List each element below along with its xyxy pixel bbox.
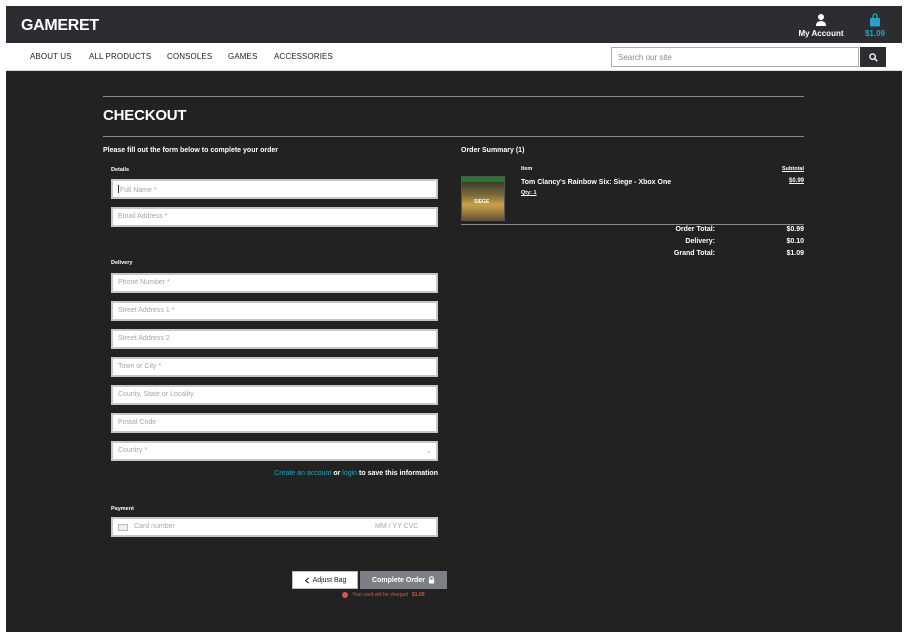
nav-accessories[interactable]: ACCESSORIES [274, 52, 333, 61]
chevron-down-icon: ⌄ [426, 448, 432, 455]
country-placeholder: Country * [118, 447, 148, 454]
product-thumbnail[interactable]: SIEGE [461, 176, 505, 221]
phone-placeholder: Phone Number * [118, 279, 170, 286]
charge-notice-text: Your card will be charged [352, 592, 408, 598]
my-account-link[interactable]: My Account [796, 13, 846, 38]
bag-total: $1.09 [864, 29, 886, 38]
payment-label: Payment [111, 506, 134, 512]
product-cover-text: SIEGE [474, 199, 490, 205]
card-number-placeholder: Card number [134, 523, 175, 530]
card-number-field[interactable]: Card number MM / YY CVC [111, 517, 438, 537]
warning-icon [342, 592, 348, 598]
chevron-left-icon [304, 576, 309, 584]
postal-code-field[interactable]: Postal Code [111, 413, 438, 433]
county-placeholder: County, State or Locality [118, 391, 194, 398]
email-field[interactable]: Email Address * [111, 207, 438, 227]
street1-placeholder: Street Address 1 * [118, 307, 175, 314]
create-account-link[interactable]: Create an account [274, 470, 331, 477]
order-summary-title: Order Summary (1) [461, 147, 525, 154]
page-frame: GAMERET My Account $1.09 ABOUT US ALL PR… [6, 6, 902, 632]
save-info-suffix: to save this information [359, 470, 438, 477]
divider-top [103, 96, 804, 97]
order-total-value: $0.99 [786, 226, 804, 233]
nav-all-products[interactable]: ALL PRODUCTS [89, 52, 151, 61]
nav-about-us[interactable]: ABOUT US [30, 52, 72, 61]
complete-order-label: Complete Order [372, 576, 425, 584]
login-link[interactable]: login [342, 470, 357, 477]
site-logo[interactable]: GAMERET [21, 17, 99, 35]
town-field[interactable]: Town or City * [111, 357, 438, 377]
complete-order-button[interactable]: Complete Order [360, 571, 447, 589]
grand-total-value: $1.09 [786, 250, 804, 257]
street-address-1-field[interactable]: Street Address 1 * [111, 301, 438, 321]
user-icon [816, 14, 826, 26]
details-label: Details [111, 167, 130, 173]
lock-icon [428, 576, 435, 584]
card-expiry-cvc-placeholder: MM / YY CVC [375, 523, 419, 530]
street-address-2-field[interactable]: Street Address 2 [111, 329, 438, 349]
search-placeholder: Search our site [618, 53, 672, 62]
site-header: GAMERET My Account $1.09 [6, 6, 902, 43]
page-title: CHECKOUT [103, 107, 187, 124]
divider-bottom [103, 136, 804, 137]
charge-amount: $1.09 [411, 592, 425, 598]
save-info-prompt: Create an account or login to save this … [250, 470, 438, 477]
product-name[interactable]: Tom Clancy's Rainbow Six: Siege - Xbox O… [521, 179, 671, 186]
main-nav: ABOUT US ALL PRODUCTS CONSOLES GAMES ACC… [6, 43, 902, 71]
credit-card-icon [118, 524, 128, 531]
adjust-bag-label: Adjust Bag [312, 576, 347, 584]
search-input[interactable]: Search our site [611, 47, 859, 67]
shopping-bag-icon [870, 13, 880, 27]
col-subtotal-header: Subtotal [782, 166, 804, 172]
text-caret [118, 185, 119, 193]
order-total-label: Order Total: [675, 226, 715, 233]
postal-placeholder: Postal Code [118, 419, 157, 426]
product-subtotal: $0.99 [788, 178, 804, 184]
grand-total-label: Grand Total: [673, 250, 715, 257]
product-qty[interactable]: Qty: 1 [521, 190, 537, 196]
form-instruction: Please fill out the form below to comple… [103, 147, 279, 154]
my-account-label: My Account [798, 29, 844, 38]
full-name-field[interactable]: Full Name * [111, 179, 438, 199]
nav-games[interactable]: GAMES [228, 52, 257, 61]
phone-field[interactable]: Phone Number * [111, 273, 438, 293]
adjust-bag-button[interactable]: Adjust Bag [292, 571, 358, 589]
street2-placeholder: Street Address 2 [118, 335, 170, 342]
or-text: or [333, 470, 341, 477]
email-placeholder: Email Address * [118, 213, 168, 220]
shopping-bag-link[interactable]: $1.09 [861, 13, 889, 38]
delivery-label: Delivery [111, 260, 133, 266]
col-item-header: Item [521, 166, 533, 172]
country-select[interactable]: Country * ⌄ [111, 441, 438, 461]
delivery-cost-label: Delivery: [685, 238, 715, 245]
full-name-placeholder: Full Name * [120, 187, 157, 194]
county-field[interactable]: County, State or Locality [111, 385, 438, 405]
summary-divider [461, 224, 804, 225]
search-icon [868, 52, 878, 62]
charge-notice: Your card will be charged $1.09 [342, 592, 424, 598]
nav-consoles[interactable]: CONSOLES [167, 52, 212, 61]
town-placeholder: Town or City * [118, 363, 162, 370]
search-button[interactable] [860, 47, 886, 67]
delivery-cost-value: $0.10 [786, 238, 804, 245]
